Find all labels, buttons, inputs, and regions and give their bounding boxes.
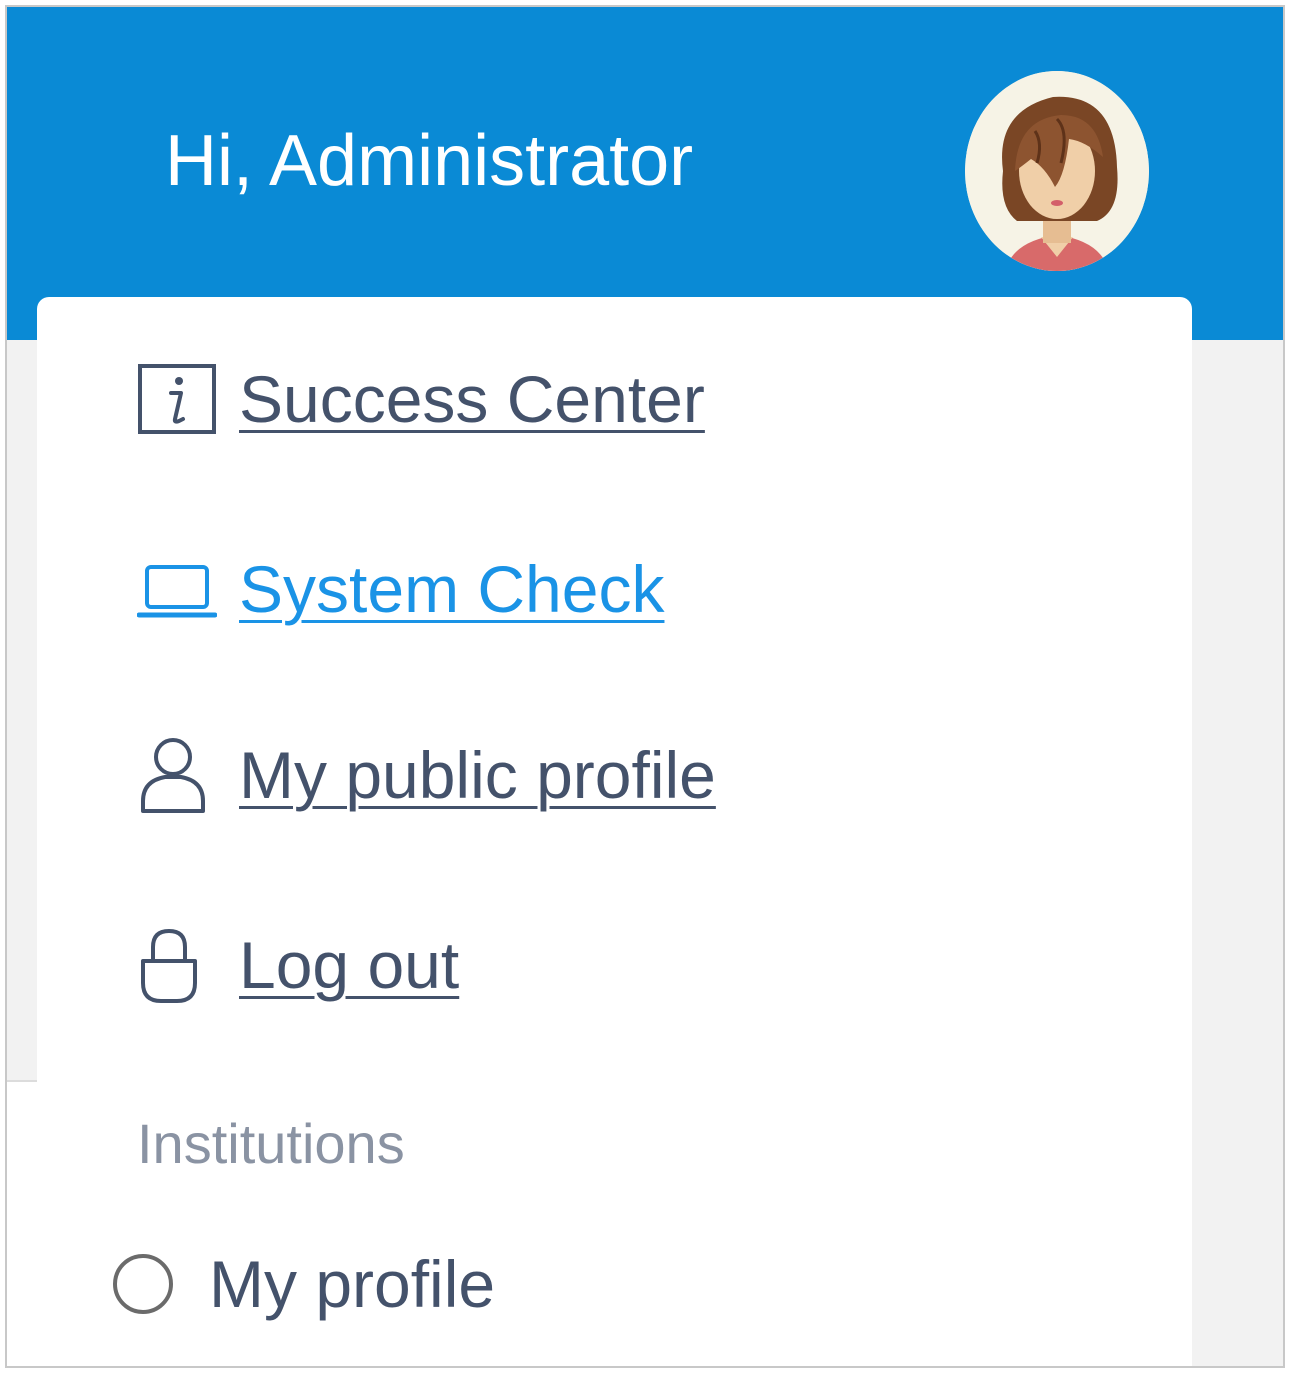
user-avatar-icon[interactable]: [965, 71, 1149, 271]
user-icon: [137, 733, 221, 817]
background-panel: [7, 340, 41, 1082]
background-panel-lower: [7, 1082, 41, 1366]
menu-item-log-out[interactable]: Log out: [137, 923, 459, 1007]
radio-label: My profile: [209, 1247, 496, 1321]
lock-icon: [137, 923, 221, 1007]
menu-item-system-check[interactable]: System Check: [137, 547, 664, 631]
menu-item-label: Log out: [239, 928, 460, 1002]
menu-item-success-center[interactable]: Success Center: [137, 357, 705, 441]
info-icon: [137, 357, 221, 441]
menu-item-label: Success Center: [239, 362, 705, 436]
greeting-text: Hi, Administrator: [165, 121, 694, 201]
menu-item-public-profile[interactable]: My public profile: [137, 733, 716, 817]
header-bar: Hi, Administrator: [7, 7, 1283, 340]
app-window: Hi, Administrator Success Center System …: [5, 5, 1285, 1368]
institutions-heading: Institutions: [137, 1112, 405, 1175]
menu-item-label: System Check: [239, 552, 665, 626]
menu-item-label: My public profile: [239, 738, 716, 812]
user-dropdown-menu: Success Center System Check My public pr…: [37, 297, 1192, 1366]
radio-button[interactable]: [113, 1254, 173, 1314]
laptop-icon: [137, 547, 221, 631]
institution-option-my-profile[interactable]: My profile: [113, 1242, 495, 1326]
